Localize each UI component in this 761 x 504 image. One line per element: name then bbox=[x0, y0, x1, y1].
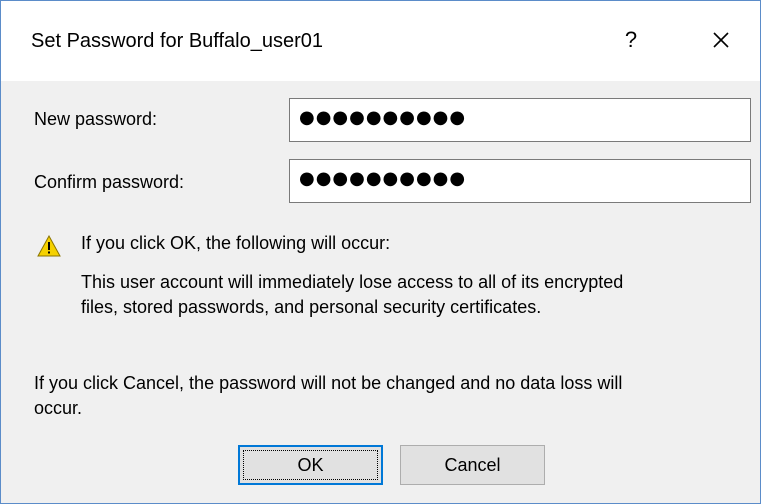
cancel-note-line1: If you click Cancel, the password will n… bbox=[34, 373, 623, 393]
new-password-value: ●●●●●●●●●● bbox=[299, 107, 467, 128]
cancel-button[interactable]: Cancel bbox=[400, 445, 545, 485]
title-bar[interactable]: Set Password for Buffalo_user01 ? bbox=[1, 1, 760, 81]
cancel-note-line2: occur. bbox=[34, 398, 83, 418]
close-icon bbox=[713, 32, 729, 48]
ok-button[interactable]: OK bbox=[238, 445, 383, 485]
close-button[interactable] bbox=[691, 15, 751, 65]
confirm-password-value: ●●●●●●●●●● bbox=[299, 168, 467, 189]
warning-heading: If you click OK, the following will occu… bbox=[81, 233, 391, 253]
warning-detail-line1: This user account will immediately lose … bbox=[81, 272, 624, 292]
confirm-password-field[interactable]: ●●●●●●●●●● bbox=[289, 159, 751, 203]
warning-detail-line2: files, stored passwords, and personal se… bbox=[81, 297, 542, 317]
dialog-title: Set Password for Buffalo_user01 bbox=[31, 30, 324, 52]
help-icon: ? bbox=[624, 27, 638, 52]
set-password-dialog: Set Password for Buffalo_user01 ? New pa… bbox=[0, 0, 761, 504]
confirm-password-label: Confirm password: bbox=[34, 172, 185, 192]
help-button[interactable]: ? bbox=[601, 15, 661, 65]
warning-icon bbox=[37, 235, 61, 257]
cancel-button-label: Cancel bbox=[444, 454, 501, 475]
new-password-label: New password: bbox=[34, 109, 158, 129]
new-password-field[interactable]: ●●●●●●●●●● bbox=[289, 98, 751, 142]
focus-rectangle bbox=[243, 450, 378, 480]
